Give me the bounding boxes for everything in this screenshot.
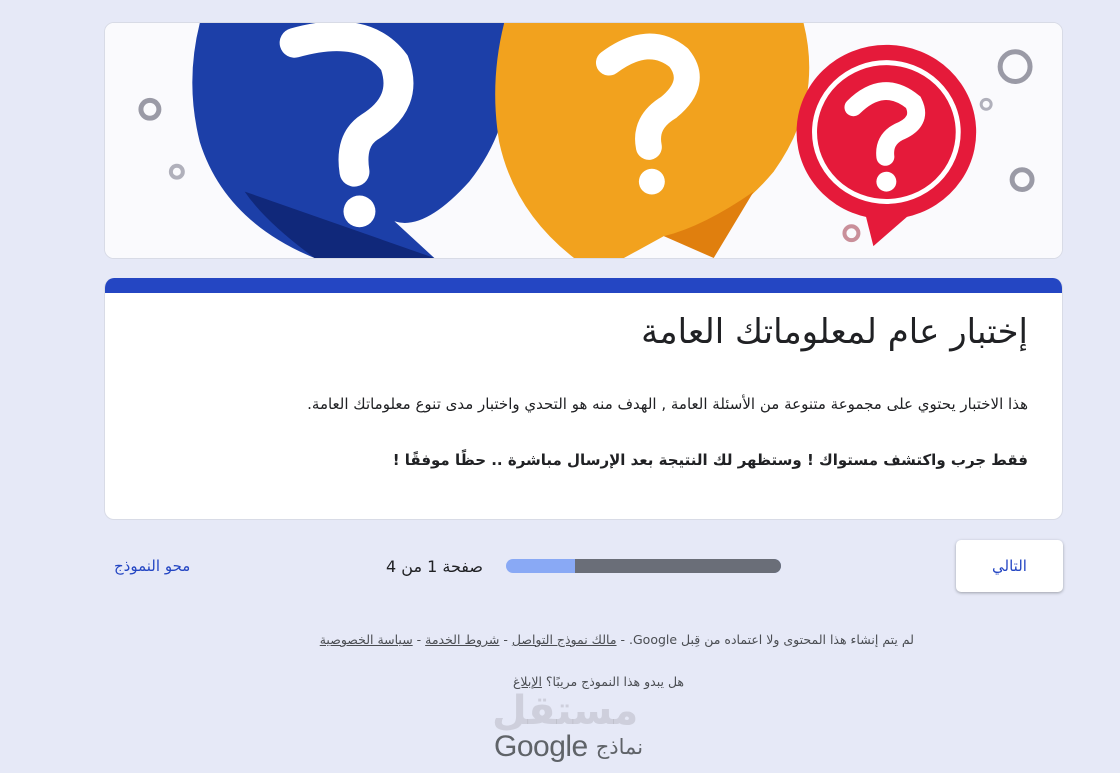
title-card-accent-bar	[105, 278, 1062, 293]
question-bubbles-image	[105, 23, 1062, 258]
form-description: هذا الاختبار يحتوي على مجموعة متنوعة من …	[307, 395, 1028, 413]
footer-separator: -	[412, 632, 426, 647]
progress-bar	[506, 559, 781, 573]
page-indicator: صفحة 1 من 4	[386, 557, 483, 576]
terms-link[interactable]: شروط الخدمة	[425, 632, 499, 647]
header-banner	[104, 22, 1063, 259]
footer-disclaimer: لم يتم إنشاء هذا المحتوى ولا اعتماده من …	[320, 632, 914, 647]
form-title-card: إختبار عام لمعلوماتك العامة هذا الاختبار…	[104, 278, 1063, 520]
contact-owner-link[interactable]: مالك نموذج التواصل	[512, 632, 617, 647]
form-title: إختبار عام لمعلوماتك العامة	[641, 312, 1028, 352]
clear-form-link[interactable]: محو النموذج	[114, 557, 190, 575]
suspicious-text: هل يبدو هذا النموذج مريبًا؟	[541, 674, 684, 689]
next-button[interactable]: التالي	[956, 540, 1063, 592]
form-bold-note: فقط جرب واكتشف مستواك ! وستظهر لك النتيج…	[392, 451, 1028, 469]
privacy-link[interactable]: سياسة الخصوصية	[320, 632, 413, 647]
footer-disclaimer-text: لم يتم إنشاء هذا المحتوى ولا اعتماده من …	[616, 632, 914, 647]
google-wordmark: Google	[494, 730, 588, 763]
progress-bar-fill	[574, 559, 781, 573]
footer-report: هل يبدو هذا النموذج مريبًا؟ الإبلاغ	[513, 674, 684, 689]
forms-wordmark: نماذج	[595, 735, 644, 759]
report-link[interactable]: الإبلاغ	[513, 674, 542, 689]
footer-separator: -	[499, 632, 512, 647]
google-forms-logo[interactable]: Google نماذج	[494, 727, 643, 767]
